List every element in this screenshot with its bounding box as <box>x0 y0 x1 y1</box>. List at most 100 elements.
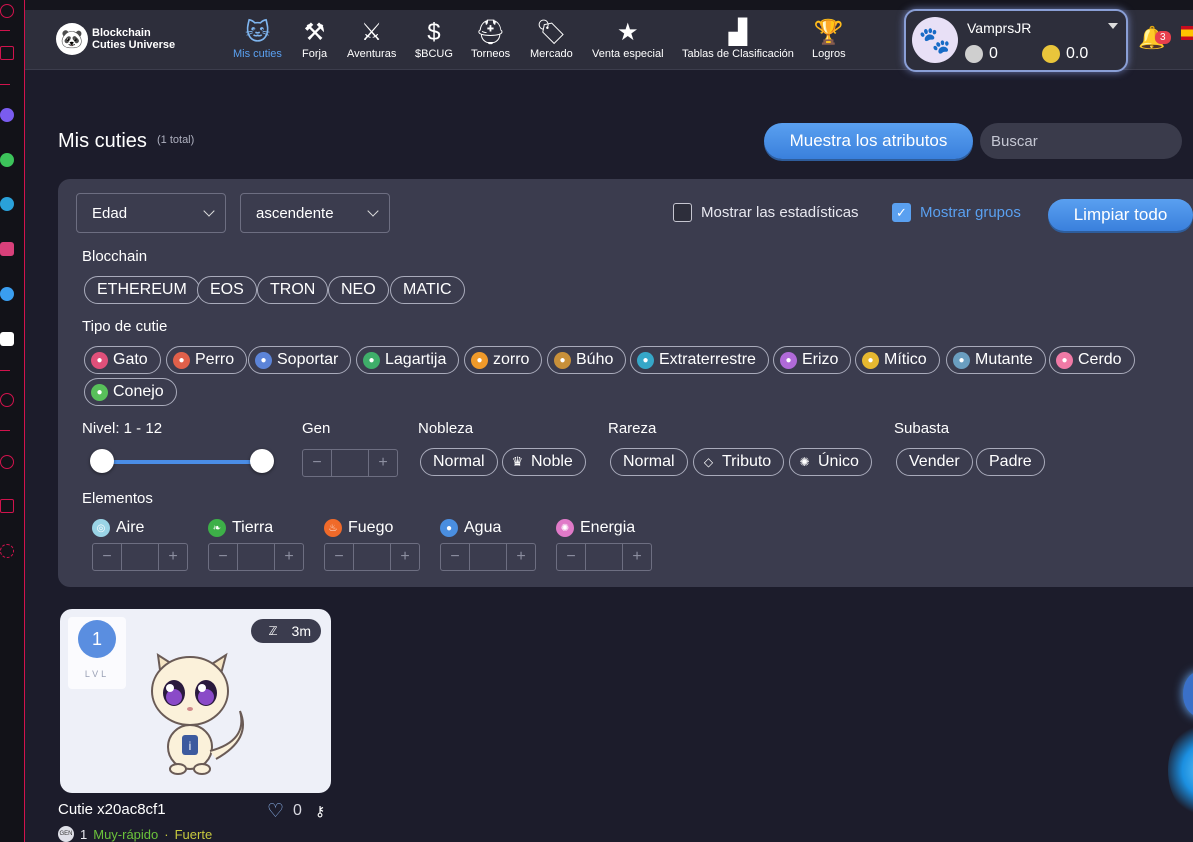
user-panel[interactable]: 🐾 VamprsJR 0 0.0 <box>904 9 1128 72</box>
energia-stepper[interactable]: − + <box>556 543 652 571</box>
auction-pill-vender[interactable]: Vender <box>896 448 973 476</box>
heart-icon[interactable]: ♡ <box>267 800 284 823</box>
chevron-down-icon[interactable] <box>1108 23 1118 29</box>
tag-icon: 🏷 <box>536 19 567 46</box>
show-groups-checkbox[interactable]: ✓ Mostrar grupos <box>892 203 1021 222</box>
clear-all-button[interactable]: Limpiar todo <box>1048 199 1193 231</box>
whatsapp-icon[interactable] <box>0 153 14 167</box>
order-select[interactable]: ascendente <box>240 193 390 233</box>
type-pill-buho[interactable]: ● Búho <box>547 346 627 374</box>
floating-chat-button[interactable] <box>1168 725 1193 815</box>
fuego-input[interactable] <box>353 544 391 570</box>
rarity-pill-normal[interactable]: Normal <box>610 448 688 476</box>
energia-input[interactable] <box>585 544 623 570</box>
level-slider-max-handle[interactable] <box>250 449 274 473</box>
minus-button[interactable]: − <box>93 544 121 570</box>
fuego-stepper[interactable]: − + <box>324 543 420 571</box>
blockchain-pill-neo[interactable]: NEO <box>328 276 389 304</box>
checkbox-box[interactable] <box>673 203 692 222</box>
type-pill-perro[interactable]: ● Perro <box>166 346 248 374</box>
type-pill-soportar[interactable]: ● Soportar <box>248 346 352 374</box>
telegram-icon[interactable] <box>0 197 14 211</box>
cutie-card[interactable]: 1 LVL ℤ 3m i <box>60 609 331 793</box>
spain-flag-icon[interactable] <box>1181 26 1193 40</box>
nav-mis-cuties[interactable]: 🐱 Mis cuties <box>233 18 282 60</box>
messenger-icon[interactable] <box>0 108 14 122</box>
plus-button[interactable]: + <box>507 544 535 570</box>
blockchain-pill-ethereum[interactable]: ETHEREUM <box>84 276 200 304</box>
element-label: Agua <box>464 519 502 536</box>
gear-icon[interactable] <box>0 544 14 558</box>
type-pill-erizo[interactable]: ● Erizo <box>773 346 852 374</box>
unique-gem-icon: ✺ <box>799 455 810 469</box>
plus-button[interactable]: + <box>275 544 303 570</box>
tierra-input[interactable] <box>237 544 275 570</box>
nav-torneos[interactable]: ⛑ Torneos <box>471 18 510 60</box>
type-pill-lagartija[interactable]: ● Lagartija <box>356 346 460 374</box>
cutie-name[interactable]: Cutie x20ac8cf1 <box>58 801 166 818</box>
rarity-pill-unico[interactable]: ✺ Único <box>789 448 872 476</box>
cube-icon[interactable] <box>0 499 14 513</box>
nav-logros[interactable]: 🏆 Logros <box>812 18 846 60</box>
checkmark-icon[interactable]: ✓ <box>892 203 911 222</box>
minus-button[interactable]: − <box>441 544 469 570</box>
nav-tablas[interactable]: ▟ Tablas de Clasificación <box>682 18 794 60</box>
type-pill-conejo[interactable]: ● Conejo <box>84 378 177 406</box>
plus-button[interactable]: + <box>369 450 397 476</box>
type-pill-cerdo[interactable]: ● Cerdo <box>1049 346 1135 374</box>
rarity-pill-tributo[interactable]: ◇ Tributo <box>693 448 785 476</box>
breed-icon[interactable]: ⚷ <box>315 803 325 820</box>
gift-icon[interactable] <box>0 46 14 60</box>
plus-button[interactable]: + <box>623 544 651 570</box>
auction-pill-padre[interactable]: Padre <box>976 448 1045 476</box>
logo[interactable]: 🐼 Blockchain Cuties Universe <box>56 23 175 55</box>
floating-action-button[interactable] <box>1183 672 1193 716</box>
type-pill-mitico[interactable]: ● Mítico <box>855 346 940 374</box>
level-slider-min-handle[interactable] <box>90 449 114 473</box>
gold-coin-icon <box>1042 45 1060 63</box>
clock-icon[interactable] <box>0 455 14 469</box>
nobility-pill-noble[interactable]: ♛ Noble <box>502 448 586 476</box>
nav-aventuras[interactable]: ⚔ Aventuras <box>347 18 396 60</box>
minus-button[interactable]: − <box>209 544 237 570</box>
aire-stepper[interactable]: − + <box>92 543 188 571</box>
nav-venta-especial[interactable]: ★ Venta especial <box>592 18 664 60</box>
cat-icon: ● <box>91 351 108 369</box>
nav-label: Logros <box>812 48 846 60</box>
show-attributes-button[interactable]: Muestra los atributos <box>764 123 973 159</box>
aire-input[interactable] <box>121 544 159 570</box>
avatar[interactable]: 🐾 <box>912 17 958 63</box>
level-slider-track[interactable] <box>103 460 263 464</box>
blockchain-pill-tron[interactable]: TRON <box>257 276 329 304</box>
type-pill-gato[interactable]: ● Gato <box>84 346 161 374</box>
search-input[interactable] <box>980 123 1182 159</box>
tierra-stepper[interactable]: − + <box>208 543 304 571</box>
sort-select[interactable]: Edad <box>76 193 226 233</box>
nav-mercado[interactable]: 🏷 Mercado <box>530 18 573 60</box>
type-pill-extraterrestre[interactable]: ● Extraterrestre <box>630 346 769 374</box>
type-pill-zorro[interactable]: ● zorro <box>464 346 543 374</box>
blockchain-pill-matic[interactable]: MATIC <box>390 276 465 304</box>
agua-stepper[interactable]: − + <box>440 543 536 571</box>
twitter-icon[interactable] <box>0 287 14 301</box>
plus-button[interactable]: + <box>391 544 419 570</box>
nav-bcug[interactable]: $ $BCUG <box>415 18 453 60</box>
instagram-icon[interactable] <box>0 242 14 256</box>
minus-button[interactable]: − <box>557 544 585 570</box>
nav-forja[interactable]: ⚒ Forja <box>302 18 327 60</box>
nobility-pill-normal[interactable]: Normal <box>420 448 498 476</box>
blockchain-pill-eos[interactable]: EOS <box>197 276 257 304</box>
agua-input[interactable] <box>469 544 507 570</box>
gen-input[interactable] <box>331 450 369 476</box>
minus-button[interactable]: − <box>303 450 331 476</box>
youtube-icon[interactable] <box>0 393 14 407</box>
minus-button[interactable]: − <box>325 544 353 570</box>
type-pill-mutante[interactable]: ● Mutante <box>946 346 1046 374</box>
sort-value: Edad <box>92 204 128 222</box>
show-stats-checkbox[interactable]: Mostrar las estadísticas <box>673 203 859 222</box>
discord-icon[interactable] <box>0 332 14 346</box>
gen-stepper[interactable]: − + <box>302 449 398 477</box>
plus-button[interactable]: + <box>159 544 187 570</box>
bear-icon: ● <box>255 351 272 369</box>
spinner-icon[interactable] <box>0 4 14 18</box>
